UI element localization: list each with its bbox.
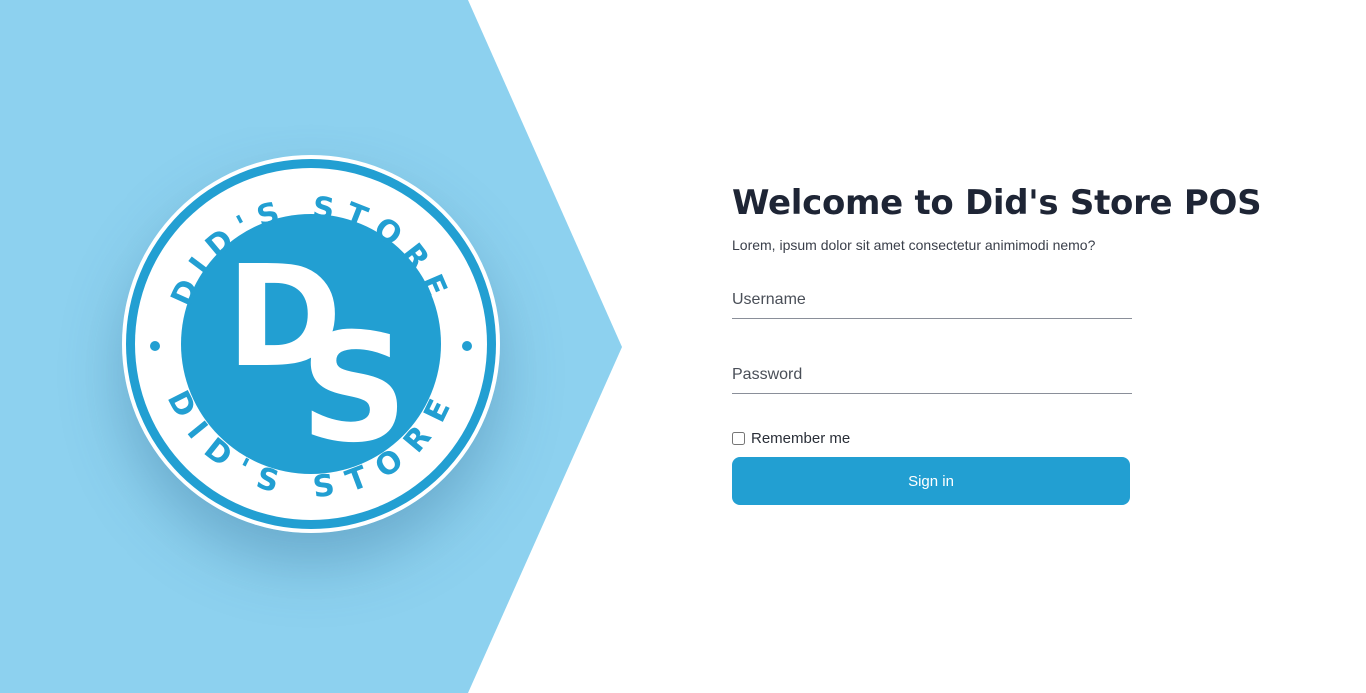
login-form: Welcome to Did's Store POS Lorem, ipsum … <box>732 180 1262 505</box>
username-input[interactable] <box>732 282 1132 318</box>
remember-me-checkbox[interactable] <box>732 432 745 445</box>
logo-ring-dot-left <box>150 341 160 351</box>
username-field-wrapper <box>732 282 1132 319</box>
store-logo: DID'S STORE DID'S STORE D S <box>122 155 500 533</box>
remember-me-row[interactable]: Remember me <box>732 430 1232 447</box>
logo-monogram-s: S <box>300 302 408 476</box>
remember-me-label: Remember me <box>751 430 851 447</box>
store-logo-emblem: DID'S STORE DID'S STORE D S <box>122 155 500 533</box>
password-input[interactable] <box>732 357 1132 393</box>
logo-ring-dot-right <box>462 341 472 351</box>
sign-in-button[interactable]: Sign in <box>732 457 1130 505</box>
login-page: DID'S STORE DID'S STORE D S Welcome to D… <box>0 0 1366 693</box>
page-subtitle: Lorem, ipsum dolor sit amet consectetur … <box>732 237 1096 253</box>
page-title: Welcome to Did's Store POS <box>732 183 1262 223</box>
password-field-wrapper <box>732 357 1132 394</box>
